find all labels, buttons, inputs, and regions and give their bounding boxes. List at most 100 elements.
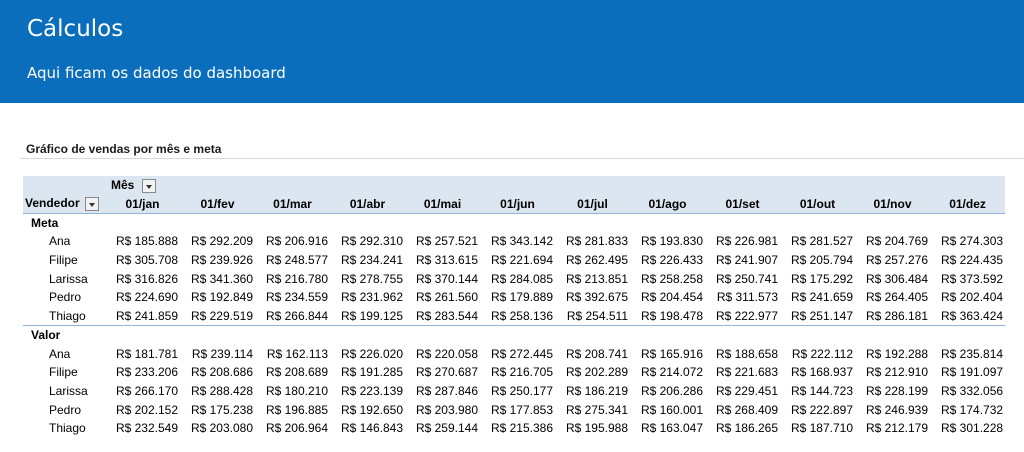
vendor-name[interactable]: Filipe	[23, 363, 105, 382]
value-cell[interactable]: R$ 363.424	[930, 307, 1005, 326]
value-cell[interactable]: R$ 288.428	[180, 382, 255, 401]
value-cell[interactable]: R$ 179.889	[480, 288, 555, 307]
value-cell[interactable]: R$ 313.615	[405, 251, 480, 270]
value-cell[interactable]: R$ 188.658	[705, 344, 780, 363]
value-cell[interactable]: R$ 215.386	[480, 419, 555, 438]
value-cell[interactable]: R$ 250.741	[705, 269, 780, 288]
value-cell[interactable]: R$ 221.683	[705, 363, 780, 382]
value-cell[interactable]: R$ 234.559	[255, 288, 330, 307]
value-cell[interactable]: R$ 284.085	[480, 269, 555, 288]
value-cell[interactable]: R$ 266.844	[255, 307, 330, 326]
value-cell[interactable]: R$ 216.780	[255, 269, 330, 288]
value-cell[interactable]: R$ 370.144	[405, 269, 480, 288]
value-cell[interactable]: R$ 241.859	[105, 307, 180, 326]
value-cell[interactable]: R$ 343.142	[480, 232, 555, 251]
value-cell[interactable]: R$ 292.310	[330, 232, 405, 251]
value-cell[interactable]: R$ 270.687	[405, 363, 480, 382]
value-cell[interactable]: R$ 206.286	[630, 382, 705, 401]
value-cell[interactable]: R$ 239.114	[180, 344, 255, 363]
value-cell[interactable]: R$ 257.276	[855, 251, 930, 270]
value-cell[interactable]: R$ 191.097	[930, 363, 1005, 382]
value-cell[interactable]: R$ 272.445	[480, 344, 555, 363]
value-cell[interactable]: R$ 283.544	[405, 307, 480, 326]
value-cell[interactable]: R$ 268.409	[705, 400, 780, 419]
value-cell[interactable]: R$ 181.781	[105, 344, 180, 363]
value-cell[interactable]: R$ 250.177	[480, 382, 555, 401]
vendor-name[interactable]: Pedro	[23, 400, 105, 419]
value-cell[interactable]: R$ 239.926	[180, 251, 255, 270]
value-cell[interactable]: R$ 281.527	[780, 232, 855, 251]
vendor-name[interactable]: Ana	[23, 232, 105, 251]
value-cell[interactable]: R$ 192.650	[330, 400, 405, 419]
value-cell[interactable]: R$ 175.238	[180, 400, 255, 419]
value-cell[interactable]: R$ 332.056	[930, 382, 1005, 401]
value-cell[interactable]: R$ 213.851	[555, 269, 630, 288]
value-cell[interactable]: R$ 168.937	[780, 363, 855, 382]
value-cell[interactable]: R$ 316.826	[105, 269, 180, 288]
value-cell[interactable]: R$ 234.241	[330, 251, 405, 270]
value-cell[interactable]: R$ 175.292	[780, 269, 855, 288]
value-cell[interactable]: R$ 186.265	[705, 419, 780, 438]
value-cell[interactable]: R$ 187.710	[780, 419, 855, 438]
value-cell[interactable]: R$ 223.139	[330, 382, 405, 401]
value-cell[interactable]: R$ 278.755	[330, 269, 405, 288]
value-cell[interactable]: R$ 222.112	[780, 344, 855, 363]
value-cell[interactable]: R$ 258.136	[480, 307, 555, 326]
value-cell[interactable]: R$ 216.705	[480, 363, 555, 382]
value-cell[interactable]: R$ 208.689	[255, 363, 330, 382]
value-cell[interactable]: R$ 221.694	[480, 251, 555, 270]
value-cell[interactable]: R$ 220.058	[405, 344, 480, 363]
value-cell[interactable]: R$ 202.404	[930, 288, 1005, 307]
row-filter-dropdown-icon[interactable]	[85, 197, 100, 212]
value-cell[interactable]: R$ 144.723	[780, 382, 855, 401]
value-cell[interactable]: R$ 163.047	[630, 419, 705, 438]
value-cell[interactable]: R$ 292.209	[180, 232, 255, 251]
vendor-name[interactable]: Pedro	[23, 288, 105, 307]
value-cell[interactable]: R$ 259.144	[405, 419, 480, 438]
value-cell[interactable]: R$ 204.454	[630, 288, 705, 307]
value-cell[interactable]: R$ 202.289	[555, 363, 630, 382]
value-cell[interactable]: R$ 306.484	[855, 269, 930, 288]
value-cell[interactable]: R$ 226.433	[630, 251, 705, 270]
value-cell[interactable]: R$ 262.495	[555, 251, 630, 270]
vendor-name[interactable]: Ana	[23, 344, 105, 363]
vendor-name[interactable]: Filipe	[23, 251, 105, 270]
value-cell[interactable]: R$ 257.521	[405, 232, 480, 251]
value-cell[interactable]: R$ 199.125	[330, 307, 405, 326]
value-cell[interactable]: R$ 232.549	[105, 419, 180, 438]
value-cell[interactable]: R$ 208.686	[180, 363, 255, 382]
value-cell[interactable]: R$ 266.170	[105, 382, 180, 401]
value-cell[interactable]: R$ 264.405	[855, 288, 930, 307]
vendor-name[interactable]: Larissa	[23, 382, 105, 401]
value-cell[interactable]: R$ 311.573	[705, 288, 780, 307]
value-cell[interactable]: R$ 177.853	[480, 400, 555, 419]
vendor-name[interactable]: Thiago	[23, 307, 105, 326]
value-cell[interactable]: R$ 146.843	[330, 419, 405, 438]
value-cell[interactable]: R$ 212.910	[855, 363, 930, 382]
value-cell[interactable]: R$ 275.341	[555, 400, 630, 419]
value-cell[interactable]: R$ 287.846	[405, 382, 480, 401]
group-label[interactable]: Meta	[23, 213, 105, 232]
value-cell[interactable]: R$ 228.199	[855, 382, 930, 401]
value-cell[interactable]: R$ 193.830	[630, 232, 705, 251]
value-cell[interactable]: R$ 208.741	[555, 344, 630, 363]
value-cell[interactable]: R$ 185.888	[105, 232, 180, 251]
value-cell[interactable]: R$ 246.939	[855, 400, 930, 419]
value-cell[interactable]: R$ 392.675	[555, 288, 630, 307]
value-cell[interactable]: R$ 186.219	[555, 382, 630, 401]
value-cell[interactable]: R$ 286.181	[855, 307, 930, 326]
value-cell[interactable]: R$ 198.478	[630, 307, 705, 326]
value-cell[interactable]: R$ 196.885	[255, 400, 330, 419]
value-cell[interactable]: R$ 224.435	[930, 251, 1005, 270]
value-cell[interactable]: R$ 162.113	[255, 344, 330, 363]
value-cell[interactable]: R$ 192.849	[180, 288, 255, 307]
value-cell[interactable]: R$ 305.708	[105, 251, 180, 270]
value-cell[interactable]: R$ 373.592	[930, 269, 1005, 288]
value-cell[interactable]: R$ 241.659	[780, 288, 855, 307]
value-cell[interactable]: R$ 226.020	[330, 344, 405, 363]
value-cell[interactable]: R$ 229.519	[180, 307, 255, 326]
value-cell[interactable]: R$ 165.916	[630, 344, 705, 363]
value-cell[interactable]: R$ 160.001	[630, 400, 705, 419]
value-cell[interactable]: R$ 222.977	[705, 307, 780, 326]
value-cell[interactable]: R$ 192.288	[855, 344, 930, 363]
